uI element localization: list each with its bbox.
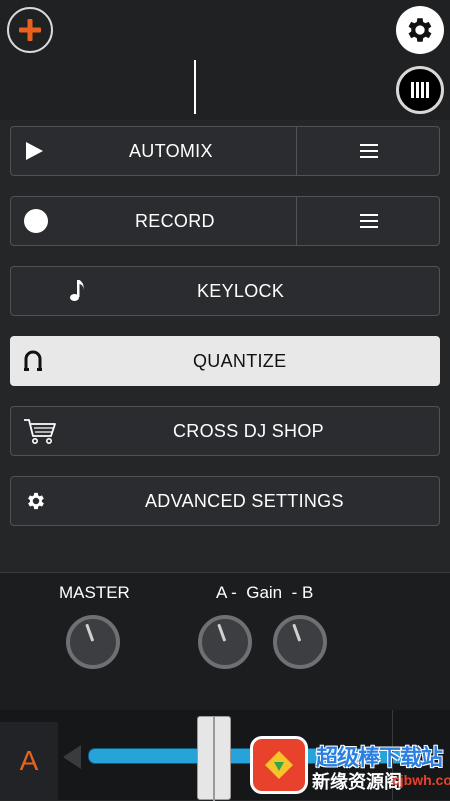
keylock-button[interactable]: KEYLOCK <box>10 266 440 316</box>
shop-button[interactable]: CROSS DJ SHOP <box>10 406 440 456</box>
deck-view-button[interactable] <box>396 66 444 114</box>
record-list-icon[interactable] <box>359 211 379 231</box>
divider <box>296 197 297 245</box>
settings-button[interactable] <box>396 6 444 54</box>
master-label: MASTER <box>59 583 130 602</box>
watermark-subtext: 新缘资源阁 <box>312 772 402 792</box>
quantize-label: QUANTIZE <box>193 350 287 371</box>
playhead-marker <box>194 60 196 114</box>
gain-a-knob[interactable] <box>198 615 252 669</box>
watermark-logo <box>250 736 308 794</box>
mixer-panel: MASTER A - Gain - B <box>0 572 450 711</box>
gain-b-knob[interactable] <box>273 615 327 669</box>
automix-button[interactable]: AUTOMIX <box>10 126 440 176</box>
gear-icon <box>25 490 47 512</box>
advanced-settings-button[interactable]: ADVANCED SETTINGS <box>10 476 440 526</box>
gear-icon <box>408 18 432 42</box>
deck-a-label[interactable]: A <box>0 722 58 800</box>
knob-indicator <box>217 623 227 642</box>
record-button[interactable]: RECORD <box>10 196 440 246</box>
quantize-button[interactable]: QUANTIZE <box>10 336 440 386</box>
keylock-label: KEYLOCK <box>197 280 285 301</box>
crossfader-handle[interactable] <box>197 716 231 801</box>
shop-label: CROSS DJ SHOP <box>173 420 324 441</box>
record-circle-icon <box>23 208 49 234</box>
crossfader-left-arrow-icon <box>63 745 81 769</box>
master-knob[interactable] <box>66 615 120 669</box>
knob-indicator <box>292 623 302 642</box>
music-note-icon <box>67 278 89 304</box>
magnet-icon <box>23 349 43 373</box>
divider <box>296 127 297 175</box>
watermark-url: cjbwh.com <box>392 772 450 788</box>
top-bar <box>0 0 450 120</box>
automix-label: AUTOMIX <box>129 140 213 161</box>
automix-list-icon[interactable] <box>359 141 379 161</box>
deck-bars-icon <box>411 82 429 98</box>
knob-indicator <box>85 623 95 642</box>
advanced-settings-label: ADVANCED SETTINGS <box>145 490 344 511</box>
record-label: RECORD <box>135 210 215 231</box>
plus-icon <box>19 19 41 41</box>
play-icon <box>23 140 45 162</box>
handle-grip <box>213 717 215 801</box>
gain-label: A - Gain - B <box>216 583 314 602</box>
add-track-button[interactable] <box>7 7 53 53</box>
cart-icon <box>23 417 57 445</box>
